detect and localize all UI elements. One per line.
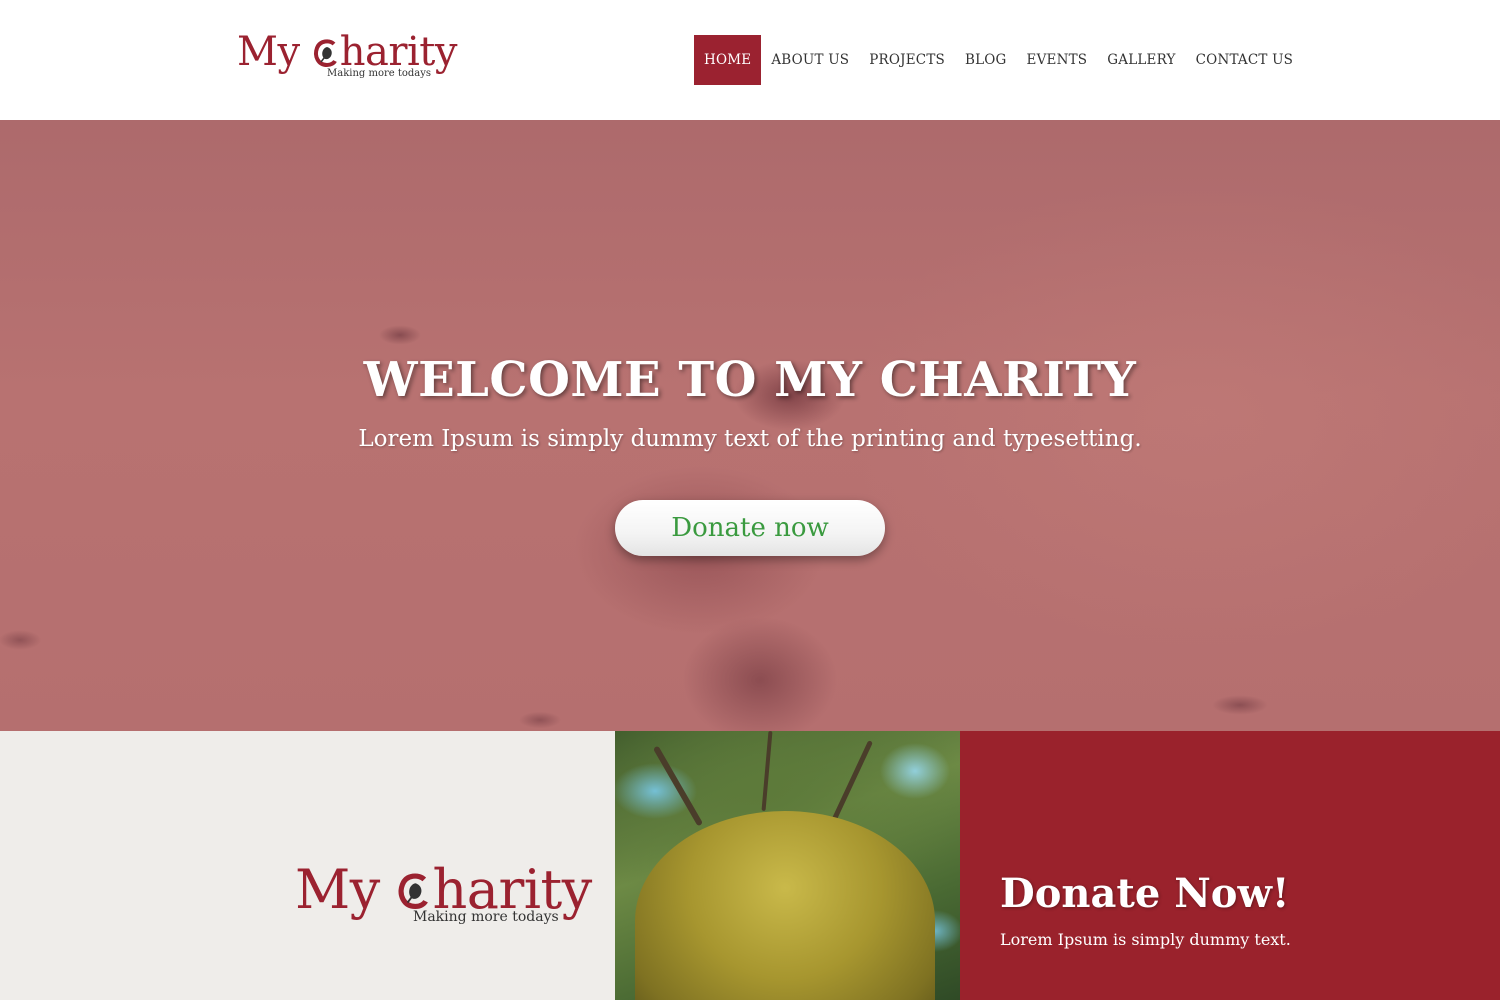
nav-item-projects[interactable]: PROJECTS — [859, 35, 955, 85]
nav-item-gallery[interactable]: GALLERY — [1097, 35, 1185, 85]
nav-item-blog[interactable]: BLOG — [955, 35, 1017, 85]
photo-branch — [761, 731, 773, 812]
donate-panel: Donate Now! Lorem Ipsum is simply dummy … — [960, 731, 1500, 1000]
band-logo: My harity Making more todays — [295, 861, 595, 931]
site-header: My harity Making more todays HOME ABOUT … — [0, 0, 1500, 120]
nav-item-contact-us[interactable]: CONTACT US — [1186, 35, 1303, 85]
main-nav: HOME ABOUT US PROJECTS BLOG EVENTS GALLE… — [694, 35, 1303, 85]
hero-subtitle: Lorem Ipsum is simply dummy text of the … — [358, 426, 1142, 452]
band-logo-tagline: Making more todays — [413, 909, 559, 925]
nav-item-home[interactable]: HOME — [694, 35, 762, 85]
leaf-c-icon — [399, 873, 429, 910]
nav-item-events[interactable]: EVENTS — [1017, 35, 1098, 85]
hero-banner: WELCOME TO MY CHARITY Lorem Ipsum is sim… — [0, 120, 1500, 731]
photo-branch — [652, 745, 704, 827]
leaf-c-icon — [313, 39, 337, 68]
donate-now-button[interactable]: Donate now — [615, 500, 885, 556]
donate-panel-title: Donate Now! — [1000, 870, 1290, 917]
logo-tagline: Making more todays — [327, 68, 432, 79]
logo-text-my: My — [237, 29, 312, 75]
band-logo-text-my: My — [295, 858, 397, 921]
nav-item-about-us[interactable]: ABOUT US — [761, 35, 859, 85]
donate-panel-text: Lorem Ipsum is simply dummy text. — [1000, 930, 1291, 949]
site-logo[interactable]: My harity Making more todays — [237, 30, 467, 85]
moss-tree-photo — [615, 731, 960, 1000]
band-logo-panel: My harity Making more todays — [0, 731, 615, 1000]
photo-moss-trunk — [635, 811, 935, 1000]
hero-title: WELCOME TO MY CHARITY — [363, 352, 1137, 408]
